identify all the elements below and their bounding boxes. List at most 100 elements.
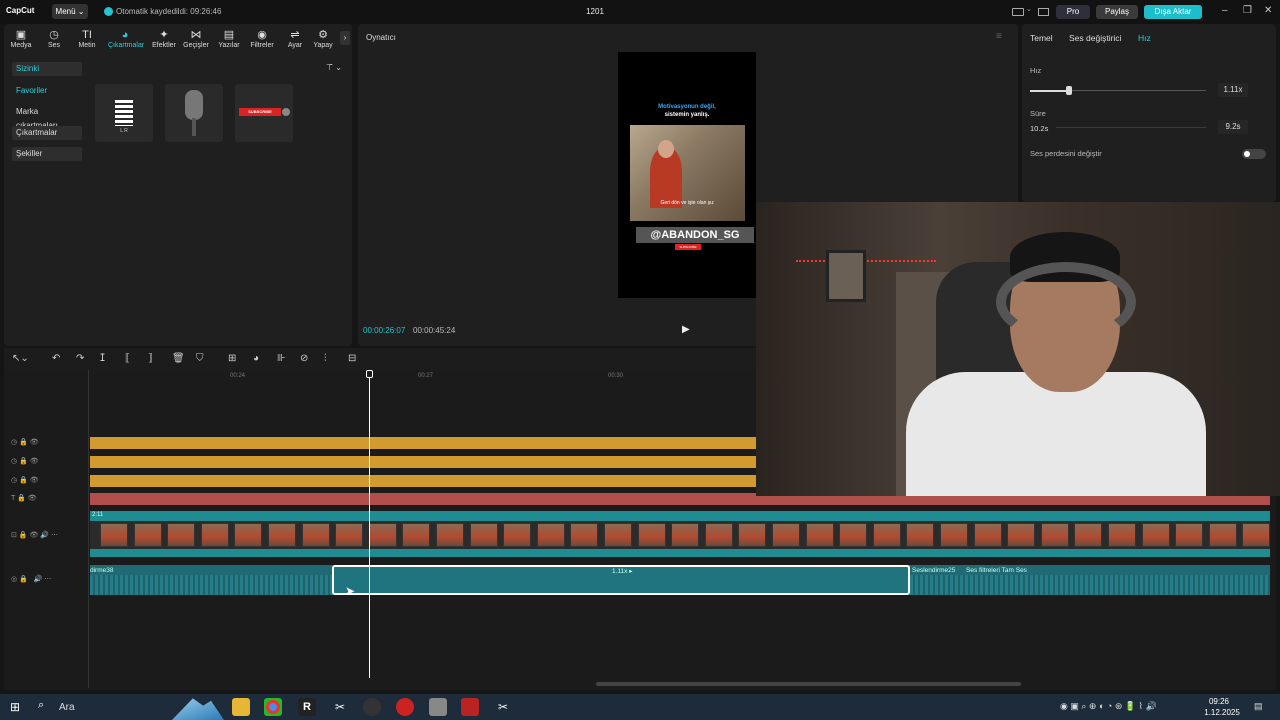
playhead-handle[interactable] [366,370,373,378]
minimize-icon[interactable]: – [1222,5,1228,16]
trim-right-icon[interactable]: ⟧ [148,353,153,364]
speed-slider-handle[interactable] [1066,86,1072,95]
audio-split-icon[interactable]: ⫶ [324,353,327,364]
pitch-toggle-knob [1244,151,1250,157]
tab-speed[interactable]: Hız [1138,33,1151,43]
sticker-microphone[interactable] [165,84,223,142]
tab-icon: ⚙ [318,29,328,41]
voice-app-icon[interactable] [461,698,479,716]
tab-basic[interactable]: Temel [1030,33,1053,43]
shortcuts-icon[interactable] [1038,8,1049,16]
video-frame-thumbnail [906,523,935,547]
tab-icon: ◷ [49,29,59,41]
microphone-icon [185,90,203,120]
track-header-audio[interactable]: ◎ 🔒 🔊 ⋯ [11,575,51,583]
pro-button[interactable]: Pro [1056,5,1090,19]
share-button[interactable]: Paylaş [1096,5,1138,19]
video-frame-thumbnail [805,523,834,547]
speed-curve-icon[interactable]: ⊞ [228,353,236,364]
microphone-app-icon[interactable] [429,698,447,716]
autosave-status: Otomatik kaydedildi: 09:26:46 [116,7,222,16]
sticker-clip[interactable] [90,456,756,468]
video-frame-thumbnail [1141,523,1170,547]
video-frame-thumbnail [1074,523,1103,547]
tab-ses[interactable]: ◷ Ses [37,28,71,49]
track-header-sticker[interactable]: ◷ 🔒 👁 [11,438,39,446]
chevron-down-icon[interactable]: ⌄ [1026,5,1032,13]
sidebar-item-shapes[interactable]: Şekiller [12,147,82,161]
app-icon[interactable] [396,698,414,716]
capcut-icon[interactable]: ✂ [494,698,512,716]
shield-icon[interactable]: ⛉ [196,353,204,364]
speed-value-input[interactable]: 1.11x [1218,83,1248,97]
tab-yazılar[interactable]: ▤ Yazılar [212,28,246,49]
split-icon[interactable]: ⵊ [100,353,105,364]
track-header-text[interactable]: T 🔒 👁 [11,494,37,502]
windows-start-icon[interactable]: ⊞ [10,700,20,714]
play-icon[interactable]: ▶ [682,324,690,335]
sidebar-item-stickers[interactable]: Çıkartmalar [12,126,82,140]
maximize-icon[interactable]: ❐ [1243,5,1252,16]
video-frame-thumbnail [1108,523,1136,547]
mask-icon[interactable]: ◕ [253,353,259,364]
tab-voice-changer[interactable]: Ses değiştirici [1069,33,1121,43]
taskbar-search[interactable]: Ara [59,702,75,713]
tab-yapay[interactable]: ⚙ Yapay [306,28,340,49]
trim-left-icon[interactable]: ⟦ [125,353,130,364]
adjust-icon[interactable]: ⊪ [277,353,286,364]
tab-metin[interactable]: TI Metin [70,28,104,49]
tab-geçişler[interactable]: ⋈ Geçişler [179,28,213,49]
notification-icon[interactable]: ▤ [1254,701,1263,712]
caption-icon[interactable]: ⊟ [348,353,356,364]
chrome-icon[interactable] [264,698,282,716]
video-clip-header[interactable] [90,511,1270,521]
delete-icon[interactable]: 🗑 [172,353,185,364]
video-frame-thumbnail [637,523,666,547]
video-frame-thumbnail [301,523,330,547]
redo-icon[interactable]: ↷ [76,353,84,364]
capcut-icon[interactable]: ✂ [331,698,349,716]
sticker-subscribe[interactable]: SUBSCRIBE [235,84,293,142]
timeline-scrollbar[interactable] [596,682,1021,686]
tab-efektler[interactable]: ✦ Efektler [147,28,181,49]
menu-icon[interactable]: ≡ [996,31,1002,42]
sticker-clip[interactable] [90,437,756,449]
tab-çıkartmalar[interactable]: ◕ Çıkartmalar [108,28,144,49]
export-button[interactable]: Dışa Aktar [1144,5,1202,19]
sticker-clip[interactable] [90,475,756,487]
sticker-audio-meter[interactable]: L R [95,84,153,142]
tab-medya[interactable]: ▣ Medya [4,28,38,49]
clock-time[interactable]: 09:26 [1202,697,1236,706]
video-clip-thumbnails[interactable] [90,521,1270,549]
duration-value-input[interactable]: 9.2s [1218,120,1248,134]
sidebar-item-brand-stickers[interactable]: Marka çıkartmaları [12,105,82,130]
video-frame-thumbnail [167,523,196,547]
tab-icon: ⋈ [190,29,202,41]
undo-icon[interactable]: ↶ [52,353,60,364]
clock-date[interactable]: 1.12.2025 [1202,708,1242,717]
track-header-sticker[interactable]: ◷ 🔒 👁 [11,457,39,465]
file-explorer-icon[interactable] [232,698,250,716]
close-icon[interactable]: ✕ [1264,5,1272,16]
chevron-right-icon[interactable]: › [340,31,350,45]
app-icon[interactable] [363,698,381,716]
video-frame-thumbnail [738,523,767,547]
project-title[interactable]: 1201 [580,7,610,16]
menu-button[interactable]: Menü ⌄ [52,4,88,19]
track-header-video[interactable]: ⊡ 🔒 👁 🔊 ⋯ [11,531,58,539]
auto-cut-icon[interactable]: ⊘ [300,353,308,364]
player-title: Oynatıcı [366,33,396,42]
system-tray-icons[interactable]: ◉ ▣ ⌕ ⊕ ◐ ◔ ⊛ 🔋 ⌇ 🔊 [1060,701,1157,712]
playhead[interactable] [369,370,370,678]
track-header-sticker[interactable]: ◷ 🔒 👁 [11,476,39,484]
r-app-icon[interactable]: R [298,698,316,716]
search-icon[interactable]: ⌕ [38,699,44,712]
sidebar-item-yours[interactable]: Sizinki [12,62,82,76]
layout-icon[interactable] [1012,8,1024,16]
track-header-divider [88,370,89,688]
tab-filtreler[interactable]: ◉ Filtreler [245,28,279,49]
filter-icon[interactable]: ⊤̄ ⌄ [326,63,342,72]
sidebar-item-favorites[interactable]: Favoriler [12,84,82,98]
total-time: 00:00:45:24 [413,326,456,335]
select-tool-icon[interactable]: ↖⌄ [12,353,29,364]
